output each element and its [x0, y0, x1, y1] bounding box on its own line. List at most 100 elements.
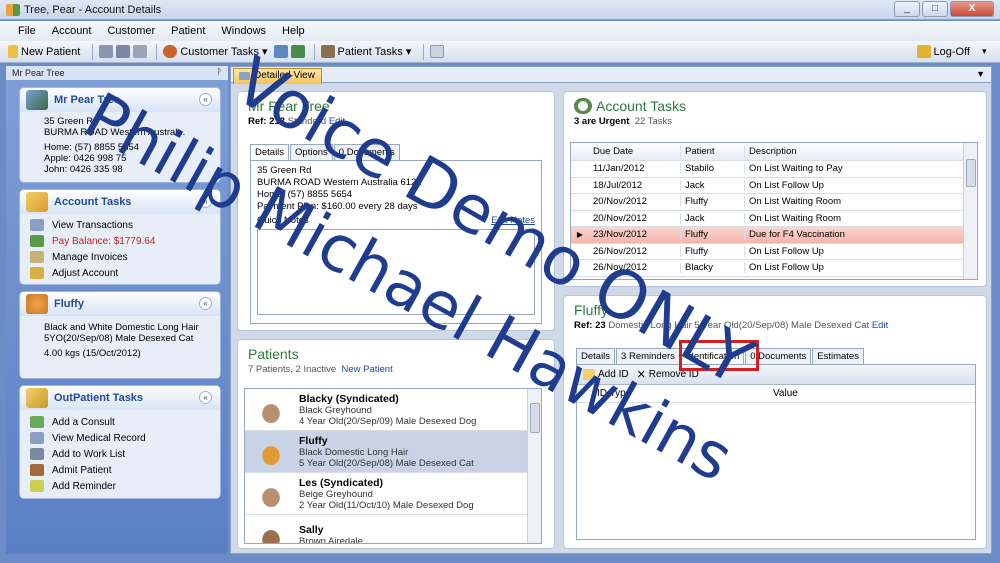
logoff-button[interactable]: Log-Off — [916, 45, 971, 58]
list-item[interactable]: Sally Brown Airedale — [245, 515, 541, 543]
list-item[interactable]: Blacky (Syndicated) Black Greyhound 4 Year… — [245, 389, 541, 431]
table-row[interactable]: 18/Jul/2012 Jack On List Follow Up — [571, 178, 977, 194]
detailed-view-tab[interactable]: Detailed View — [233, 68, 322, 84]
add-reminder-link[interactable]: Add Reminder — [30, 478, 214, 494]
patients-scrollbar[interactable] — [527, 389, 541, 543]
admit-icon — [30, 464, 44, 476]
manage-invoices-link[interactable]: Manage Invoices — [30, 249, 214, 265]
table-row[interactable]: 11/Jan/2012 Stabilo On List Waiting to Pay — [571, 161, 977, 178]
logoff-label: Log-Off — [933, 45, 971, 58]
col-due-date[interactable]: Due Date — [589, 146, 681, 157]
menu-customer[interactable]: Customer — [99, 25, 163, 37]
tab-reminders[interactable]: 3 Reminders — [616, 348, 680, 364]
save-icon[interactable] — [99, 45, 114, 58]
list-item-selected[interactable]: Fluffy Black Domestic Long Hair 5 Year Old… — [245, 431, 541, 473]
cell-patient: Jack — [681, 179, 745, 191]
menu-patient[interactable]: Patient — [163, 25, 213, 37]
list-item[interactable]: Les (Syndicated) Beige Greyhound 2 Year Ol… — [245, 473, 541, 515]
customer-tasks-label: Customer Tasks ▾ — [180, 46, 268, 58]
pay-balance-link[interactable]: Pay Balance: $1779.64 — [30, 233, 214, 249]
add-consult-link[interactable]: Add a Consult — [30, 414, 214, 430]
edit-notes-link[interactable]: Edit Notes — [491, 215, 535, 227]
row-marker: ▶ — [576, 230, 584, 240]
menu-help[interactable]: Help — [274, 25, 313, 37]
quick-notes-area[interactable] — [257, 229, 535, 315]
add-id-label: Add ID — [598, 369, 629, 380]
new-patient-icon — [8, 45, 18, 58]
patient-name: Fluffy — [299, 434, 328, 447]
tab-options[interactable]: Options — [290, 144, 333, 160]
pin-icon[interactable]: ᚹ — [217, 67, 222, 77]
menu-account[interactable]: Account — [44, 25, 100, 37]
menu-windows[interactable]: Windows — [213, 25, 274, 37]
outpatient-tasks-header[interactable]: OutPatient Tasks « — [20, 386, 220, 410]
tasks-scrollbar[interactable] — [963, 143, 977, 279]
col-id-type[interactable]: ID Type — [577, 388, 767, 399]
cell-patient: Fluffy — [681, 196, 745, 208]
task-label: Add to Work List — [52, 448, 126, 460]
customer-tasks-button[interactable]: Customer Tasks ▾ — [163, 45, 268, 58]
window-title: Tree, Pear - Account Details — [24, 3, 162, 16]
edit-patient-link[interactable]: Edit — [872, 320, 888, 331]
account-tasks-header[interactable]: Account Tasks « — [20, 190, 220, 214]
account-tasks-title: Account Tasks — [54, 196, 132, 208]
close-button[interactable]: X — [950, 1, 994, 17]
collapse-icon[interactable]: « — [199, 391, 212, 404]
consult-icon — [30, 416, 44, 428]
print-preview-icon[interactable] — [116, 45, 131, 58]
table-row[interactable]: 26/Nov/2012 Fluffy On List Follow Up — [571, 244, 977, 260]
view-medical-record-link[interactable]: View Medical Record — [30, 430, 214, 446]
notes-icon[interactable] — [430, 45, 445, 58]
cat-icon — [251, 433, 291, 470]
menu-file[interactable]: File — [10, 25, 44, 37]
print-icon[interactable] — [133, 45, 148, 58]
cell-date: 11/Jan/2012 — [589, 163, 681, 175]
table-row[interactable]: 20/Nov/2012 Jack On List Waiting Room — [571, 211, 977, 227]
add-id-button[interactable]: Add ID — [583, 369, 629, 380]
add-to-work-list-link[interactable]: Add to Work List — [30, 446, 214, 462]
card-icon[interactable] — [273, 45, 288, 58]
collapse-icon[interactable]: « — [199, 297, 212, 310]
admit-patient-link[interactable]: Admit Patient — [30, 462, 214, 478]
customer-name: Mr Pear Tree — [248, 98, 330, 114]
col-patient[interactable]: Patient — [681, 146, 745, 157]
table-row[interactable]: 20/Nov/2012 Fluffy On List Waiting Room — [571, 194, 977, 211]
pane-dropdown-icon[interactable]: ▼ — [976, 69, 985, 79]
patient-card-header[interactable]: Fluffy « — [20, 292, 220, 316]
cell-desc: On List Follow Up — [749, 179, 824, 191]
left-pane-title: Mr Pear Tree — [12, 68, 65, 78]
col-value[interactable]: Value — [767, 388, 798, 399]
table-row[interactable]: 26/Nov/2012 Blacky On List Follow Up — [571, 260, 977, 277]
outpatient-tasks-card: OutPatient Tasks « Add a Consult View Me… — [20, 386, 220, 498]
edit-customer-link[interactable]: Edit — [329, 116, 345, 127]
task-label: Admit Patient — [52, 464, 112, 476]
cell-date: 26/Nov/2012 — [589, 262, 681, 274]
tab-estimates[interactable]: Estimates — [812, 348, 864, 364]
new-patient-button[interactable]: New Patient — [8, 45, 80, 58]
tab-patient-details[interactable]: Details — [576, 348, 616, 364]
toolbar-overflow-icon[interactable]: ▾ — [982, 46, 992, 56]
dog-icon — [251, 475, 291, 512]
scroll-thumb[interactable] — [966, 159, 976, 187]
collapse-icon[interactable]: « — [199, 195, 212, 208]
patients-summary: 7 Patients, 2 Inactive — [248, 364, 337, 375]
lock-icon — [916, 45, 931, 58]
scroll-thumb[interactable] — [530, 403, 540, 433]
col-description[interactable]: Description — [745, 146, 977, 157]
tab-documents[interactable]: 0 Documents — [333, 144, 400, 160]
account-icon — [26, 192, 48, 212]
customer-card-header[interactable]: Mr Pear Tree « — [20, 88, 220, 112]
adjust-account-link[interactable]: Adjust Account — [30, 265, 214, 281]
table-row-selected[interactable]: ▶ 23/Nov/2012 Fluffy Due for F4 Vaccination — [571, 227, 977, 244]
quick-notes-label: Quick Notes — [257, 215, 309, 226]
view-transactions-link[interactable]: View Transactions — [30, 217, 214, 233]
tab-details[interactable]: Details — [250, 144, 290, 160]
cell-date: 23/Nov/2012 — [589, 229, 681, 241]
minimize-button[interactable]: _ — [894, 1, 920, 17]
collapse-icon[interactable]: « — [199, 93, 212, 106]
patient-name: Blacky (Syndicated) — [299, 392, 399, 405]
new-patient-link[interactable]: New Patient — [341, 364, 392, 375]
money-icon[interactable] — [290, 45, 305, 58]
maximize-button[interactable]: □ — [922, 1, 948, 17]
patient-tasks-button[interactable]: Patient Tasks ▾ — [320, 45, 411, 58]
